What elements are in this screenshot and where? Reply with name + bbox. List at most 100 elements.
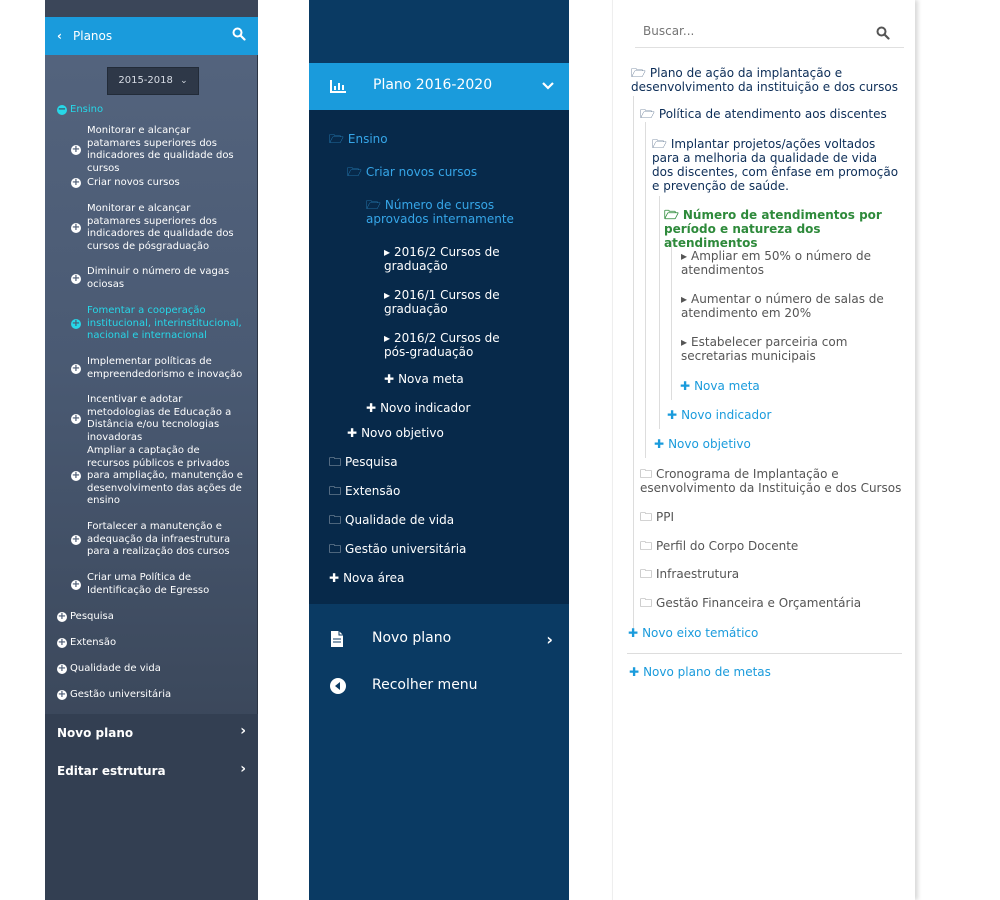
plus-circle-icon: +	[57, 662, 67, 674]
objective-label: Fomentar a cooperação institucional, int…	[87, 305, 242, 341]
plan-node[interactable]: 🗁 Plano de ação da implantação e desenvol…	[631, 66, 901, 94]
goal-node[interactable]: ▸ Estabelecer parceiria com secretarias m…	[681, 335, 905, 363]
theme-node[interactable]: 🗀 Perfil do Corpo Docente	[640, 539, 798, 553]
year-range-value: 2015-2018	[118, 75, 173, 86]
objective-item[interactable]: + Monitorar e alcançar patamares superior…	[71, 203, 243, 253]
new-plan-menu-item[interactable]: Novo plano ›	[309, 620, 569, 660]
new-objective-link[interactable]: ✚ Novo objetivo	[654, 437, 751, 451]
tree-label: Qualidade de vida	[345, 513, 455, 527]
tree-area-extensao[interactable]: 🗀 Extensão	[329, 484, 400, 498]
node-label: Aumentar o número de salas de atendiment…	[681, 292, 884, 320]
objective-label: Implementar políticas de empreendedorism…	[87, 356, 243, 380]
new-plan-menu-item[interactable]: Novo plano	[57, 726, 133, 740]
search-icon[interactable]	[876, 26, 890, 40]
objective-item-active[interactable]: + Fomentar a cooperação institucional, in…	[71, 305, 243, 343]
goal-node[interactable]: ▸ Ampliar em 50% o número de atendimentos	[681, 249, 901, 277]
indicator-node[interactable]: 🗁 Número de atendimentos por período e na…	[664, 208, 900, 250]
goal-node[interactable]: ▸ Aumentar o número de salas de atendimen…	[681, 292, 901, 320]
new-goal-link[interactable]: ✚ Nova meta	[680, 379, 760, 393]
chevron-right-icon: ›	[240, 723, 246, 739]
new-plan-link[interactable]: ✚ Novo plano de metas	[629, 665, 771, 679]
objective-item[interactable]: + Incentivar e adotar metodologias de Edu…	[71, 394, 243, 444]
collapse-menu-item[interactable]: Recolher menu	[309, 667, 569, 707]
plus-circle-icon: +	[57, 688, 67, 700]
caret-right-icon: ▸	[681, 249, 688, 263]
back-chevron-icon[interactable]: ‹	[57, 29, 62, 43]
tree-area-pesquisa[interactable]: 🗀 Pesquisa	[329, 455, 398, 469]
search-icon[interactable]	[232, 27, 246, 41]
plan-tree-panel: 🗁Plano de ação da implantação e desenvol…	[612, 0, 915, 900]
chevron-down-icon: ⌄	[180, 76, 188, 86]
tree-area-ensino[interactable]: 🗁 Ensino	[329, 132, 388, 146]
theme-node[interactable]: 🗀 Cronograma de Implantação e esenvolvime…	[640, 467, 902, 495]
tree-indicator[interactable]: 🗁 Número de cursos aprovados internamente	[366, 198, 516, 226]
tree-label: Gestão universitária	[345, 542, 467, 556]
area-item-ensino[interactable]: − Ensino	[57, 104, 103, 115]
tree-goal[interactable]: ▸ 2016/2 Cursos de pós-graduação	[384, 331, 504, 359]
node-label: Estabelecer parceiria com secretarias mu…	[681, 335, 848, 363]
plus-icon: ✚	[384, 372, 395, 386]
tree-label: Extensão	[345, 484, 401, 498]
objective-item[interactable]: + Criar novos cursos	[71, 177, 243, 190]
collapse-circle-icon	[329, 677, 346, 695]
edit-structure-menu-item[interactable]: Editar estrutura	[57, 764, 166, 778]
theme-node[interactable]: 🗀 PPI	[640, 510, 674, 524]
objective-label: Fortalecer a manutenção e adequação da i…	[87, 521, 231, 557]
policy-node[interactable]: 🗁 Política de atendimento aos discentes	[640, 107, 900, 121]
new-theme-link[interactable]: ✚ Novo eixo temático	[628, 626, 758, 640]
plus-circle-icon: +	[71, 177, 81, 189]
objective-item[interactable]: + Diminuir o número de vagas ociosas	[71, 266, 243, 291]
area-item-pesquisa[interactable]: + Pesquisa	[57, 611, 114, 622]
top-bar	[45, 0, 258, 17]
area-item-extensao[interactable]: + Extensão	[57, 637, 116, 648]
new-indicator-link[interactable]: ✚ Novo indicador	[366, 401, 470, 415]
plan-header[interactable]: Plano 2016-2020	[309, 63, 569, 110]
project-node[interactable]: 🗁 Implantar projetos/ações voltados para …	[652, 137, 900, 193]
objective-label: Monitorar e alcançar patamares superiore…	[87, 203, 234, 252]
folder-open-icon: 🗁	[366, 198, 381, 212]
tree-area-qualidade[interactable]: 🗀 Qualidade de vida	[329, 513, 454, 527]
plan-tree: 🗁 Ensino 🗁 Criar novos cursos 🗁 Número de c…	[309, 110, 569, 604]
link-label: Novo eixo temático	[642, 626, 759, 640]
new-area-link[interactable]: ✚ Nova área	[329, 571, 404, 585]
objective-item[interactable]: + Monitorar e alcançar patamares superior…	[71, 125, 243, 175]
theme-node[interactable]: 🗀 Gestão Financeira e Orçamentária	[640, 596, 861, 610]
plus-icon: ✚	[654, 437, 665, 451]
objective-item[interactable]: + Implementar políticas de empreendedoris…	[71, 356, 243, 381]
folder-open-icon: 🗁	[652, 137, 667, 151]
new-goal-link[interactable]: ✚ Nova meta	[384, 372, 464, 386]
tree-guide-line	[671, 240, 672, 400]
collapse-menu-label: Recolher menu	[372, 677, 478, 693]
area-label: Extensão	[70, 637, 117, 648]
area-item-gestao[interactable]: + Gestão universitária	[57, 689, 171, 700]
folder-icon: 🗀	[640, 539, 653, 553]
chevron-down-icon[interactable]	[541, 79, 555, 93]
node-label: Perfil do Corpo Docente	[656, 539, 799, 553]
link-label: Novo plano de metas	[643, 665, 771, 679]
folder-icon: 🗀	[329, 484, 342, 498]
search-input[interactable]	[643, 24, 863, 38]
folder-icon: 🗀	[329, 542, 342, 556]
caret-right-icon: ▸	[384, 288, 391, 302]
plus-icon: ✚	[347, 426, 358, 440]
tree-objective[interactable]: 🗁 Criar novos cursos	[347, 165, 477, 179]
new-plan-label: Novo plano	[372, 630, 452, 646]
objective-label: Criar novos cursos	[87, 177, 180, 188]
chevron-right-icon: ›	[240, 761, 246, 777]
planos-header[interactable]: ‹ Planos	[45, 17, 258, 55]
area-item-qualidade[interactable]: + Qualidade de vida	[57, 663, 161, 674]
plus-circle-icon: +	[71, 144, 81, 155]
node-label: Implantar projetos/ações voltados para a…	[652, 137, 899, 193]
new-indicator-link[interactable]: ✚ Novo indicador	[667, 408, 771, 422]
tree-area-gestao[interactable]: 🗀 Gestão universitária	[329, 542, 466, 556]
year-range-dropdown[interactable]: 2015-2018 ⌄	[107, 67, 199, 95]
theme-node[interactable]: 🗀 Infraestrutura	[640, 567, 739, 581]
objective-item[interactable]: + Ampliar a captação de recursos públicos…	[71, 445, 243, 508]
objective-item[interactable]: + Criar uma Política de Identificação de …	[71, 572, 243, 597]
plus-icon: ✚	[680, 379, 691, 393]
new-objective-link[interactable]: ✚ Novo objetivo	[347, 426, 444, 440]
tree-goal[interactable]: ▸ 2016/2 Cursos de graduação	[384, 245, 504, 273]
tree-goal[interactable]: ▸ 2016/1 Cursos de graduação	[384, 288, 504, 316]
plus-circle-icon: +	[71, 362, 81, 374]
objective-item[interactable]: + Fortalecer a manutenção e adequação da …	[71, 521, 243, 559]
